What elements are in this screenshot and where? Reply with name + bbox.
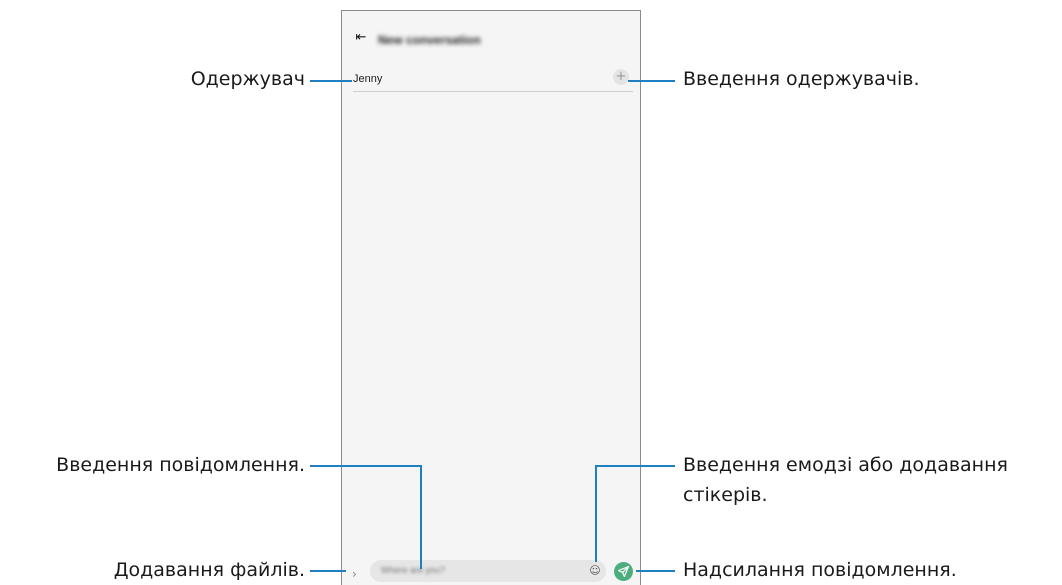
callout-recipient: Одержувач — [190, 68, 305, 90]
conversation-title: New conversation — [378, 33, 481, 47]
recipient-name: Jenny — [353, 73, 383, 85]
recipient-field[interactable]: Jenny + — [353, 69, 633, 92]
leader-line-send-message — [636, 570, 675, 572]
smiley-icon[interactable]: ☺ — [587, 563, 603, 579]
send-icon — [617, 565, 630, 578]
leader-line-enter-message-h — [310, 465, 422, 467]
callout-emoji-line1: Введення емодзі або додавання — [683, 454, 1008, 476]
callout-enter-message: Введення повідомлення. — [56, 454, 305, 476]
callout-enter-recipients: Введення одержувачів. — [683, 68, 920, 90]
callout-emoji-line2: стікерів. — [683, 484, 768, 506]
leader-line-recipient — [310, 80, 352, 82]
back-arrow-icon[interactable]: ⇤ — [353, 30, 369, 46]
leader-line-emoji-v — [595, 465, 597, 562]
leader-line-enter-message-v — [420, 465, 422, 569]
chevron-right-icon[interactable]: › — [352, 568, 357, 580]
send-button[interactable] — [614, 562, 633, 581]
callout-attach-files: Додавання файлів. — [113, 559, 305, 581]
leader-line-emoji-h — [595, 465, 675, 467]
leader-line-attach-files — [310, 570, 346, 572]
plus-icon[interactable]: + — [613, 69, 629, 85]
callout-send-message: Надсилання повідомлення. — [683, 559, 957, 581]
message-input[interactable]: Where are you? ☺ — [370, 560, 606, 582]
leader-line-enter-recipients — [628, 80, 675, 82]
message-placeholder: Where are you? — [381, 565, 446, 575]
